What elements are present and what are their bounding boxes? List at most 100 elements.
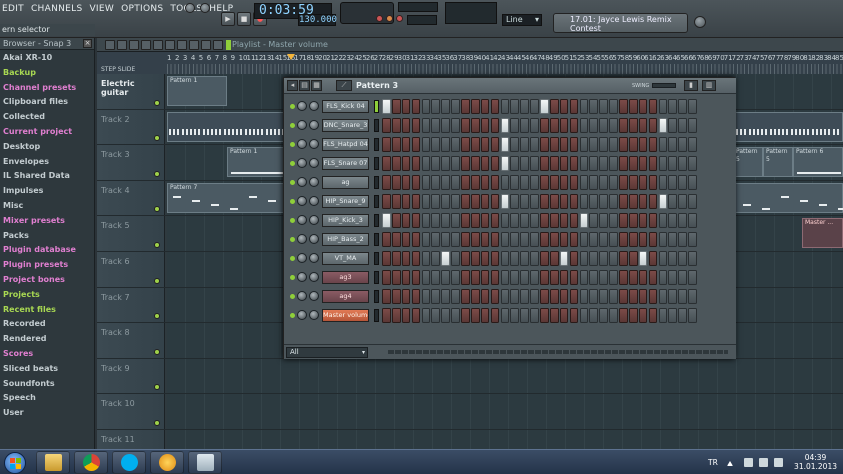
channel-pan-knob[interactable] (297, 196, 307, 206)
step-button[interactable] (510, 289, 520, 304)
track-name[interactable]: Track 9 (97, 358, 165, 394)
channel-name-button[interactable]: ag (322, 176, 369, 189)
step-button[interactable] (500, 308, 510, 323)
step-button[interactable] (648, 137, 658, 152)
step-button[interactable] (549, 289, 559, 304)
step-button[interactable] (421, 289, 431, 304)
step-button[interactable] (648, 175, 658, 190)
track-mute-led-icon[interactable] (154, 206, 160, 213)
step-button[interactable] (431, 213, 441, 228)
step-button[interactable] (490, 289, 500, 304)
step-button[interactable] (480, 308, 490, 323)
step-button[interactable] (431, 308, 441, 323)
step-button[interactable] (589, 137, 599, 152)
step-button[interactable] (559, 270, 569, 285)
step-button[interactable] (628, 137, 638, 152)
step-button[interactable] (530, 118, 539, 133)
step-button[interactable] (668, 251, 678, 266)
step-button[interactable] (480, 232, 490, 247)
channel-select-indicator[interactable] (374, 214, 379, 227)
zoom-icon[interactable] (201, 40, 211, 50)
browser-item[interactable]: Soundfonts (0, 377, 94, 392)
step-button[interactable] (579, 194, 589, 209)
step-button[interactable] (628, 99, 638, 114)
step-button[interactable] (530, 289, 539, 304)
step-button[interactable] (490, 137, 500, 152)
step-button[interactable] (490, 270, 500, 285)
step-button[interactable] (599, 308, 608, 323)
step-button[interactable] (530, 308, 539, 323)
step-button[interactable] (678, 118, 687, 133)
channel-volume-knob[interactable] (309, 101, 319, 111)
step-button[interactable] (638, 175, 648, 190)
step-button[interactable] (619, 289, 628, 304)
show-hidden-icons-icon[interactable] (727, 460, 733, 466)
step-button[interactable] (599, 289, 608, 304)
step-button[interactable] (628, 232, 638, 247)
step-button[interactable] (461, 270, 470, 285)
browser-item[interactable]: Project bones (0, 273, 94, 288)
step-button[interactable] (510, 118, 520, 133)
step-button[interactable] (520, 194, 529, 209)
step-button[interactable] (530, 251, 539, 266)
step-button[interactable] (579, 251, 589, 266)
step-button[interactable] (688, 213, 697, 228)
step-button[interactable] (688, 137, 697, 152)
channel-select-indicator[interactable] (374, 290, 379, 303)
browser-item[interactable]: Desktop (0, 140, 94, 155)
step-button[interactable] (391, 118, 401, 133)
step-button[interactable] (530, 99, 539, 114)
browser-item[interactable]: Impulses (0, 184, 94, 199)
browser-item[interactable]: Sliced beats (0, 362, 94, 377)
step-button[interactable] (431, 118, 441, 133)
step-button[interactable] (638, 232, 648, 247)
step-button[interactable] (401, 251, 411, 266)
channel-name-button[interactable]: HIP_Bass_2 (322, 233, 369, 246)
channel-pan-knob[interactable] (297, 234, 307, 244)
step-button[interactable] (628, 289, 638, 304)
step-button[interactable] (619, 99, 628, 114)
step-button[interactable] (569, 194, 579, 209)
record-led[interactable] (376, 15, 383, 22)
step-button[interactable] (470, 137, 480, 152)
step-button[interactable] (510, 194, 520, 209)
step-button[interactable] (382, 99, 391, 114)
step-button[interactable] (549, 270, 559, 285)
track-lane[interactable] (167, 358, 843, 394)
step-button[interactable] (549, 118, 559, 133)
step-button[interactable] (451, 99, 460, 114)
step-button[interactable] (549, 232, 559, 247)
channel-volume-knob[interactable] (309, 158, 319, 168)
step-button[interactable] (520, 213, 529, 228)
step-button[interactable] (559, 118, 569, 133)
step-button[interactable] (411, 137, 421, 152)
step-button[interactable] (559, 194, 569, 209)
step-button[interactable] (470, 232, 480, 247)
step-button[interactable] (658, 251, 668, 266)
step-button[interactable] (540, 213, 549, 228)
step-button[interactable] (382, 156, 391, 171)
channel-volume-knob[interactable] (309, 120, 319, 130)
step-button[interactable] (530, 232, 539, 247)
step-button[interactable] (579, 289, 589, 304)
step-button[interactable] (658, 118, 668, 133)
step-button[interactable] (382, 251, 391, 266)
step-button[interactable] (401, 194, 411, 209)
channel-mute-led-icon[interactable] (290, 294, 295, 299)
step-button[interactable] (401, 156, 411, 171)
step-button[interactable] (480, 270, 490, 285)
channel-mute-led-icon[interactable] (290, 199, 295, 204)
step-button[interactable] (569, 137, 579, 152)
step-button[interactable] (530, 156, 539, 171)
step-button[interactable] (480, 194, 490, 209)
step-button[interactable] (510, 137, 520, 152)
step-button[interactable] (688, 308, 697, 323)
channel-select-indicator[interactable] (374, 138, 379, 151)
step-button[interactable] (559, 251, 569, 266)
step-button[interactable] (549, 156, 559, 171)
track-mute-led-icon[interactable] (154, 277, 160, 284)
step-button[interactable] (638, 251, 648, 266)
step-button[interactable] (510, 251, 520, 266)
step-button[interactable] (431, 137, 441, 152)
step-button[interactable] (421, 270, 431, 285)
